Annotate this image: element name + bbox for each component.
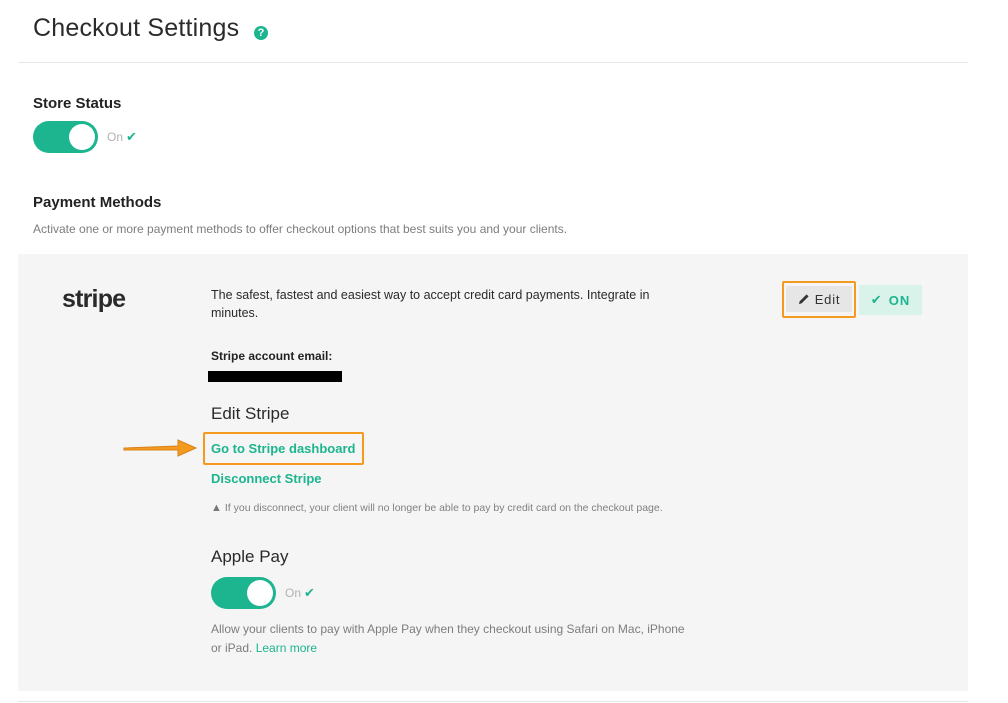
apple-pay-description: Allow your clients to pay with Apple Pay… [211,620,691,658]
stripe-logo: stripe [62,285,126,313]
payment-methods-heading: Payment Methods [33,194,162,211]
payment-methods-description: Activate one or more payment methods to … [33,222,568,236]
toggle-knob [69,124,95,150]
apple-pay-state: On ✔ [285,585,315,601]
disconnect-warning-text: If you disconnect, your client will no l… [224,502,663,514]
apple-pay-toggle[interactable] [211,577,276,609]
apple-pay-heading: Apple Pay [211,547,289,566]
edit-button-label: Edit [814,291,841,307]
store-status-toggle[interactable] [33,121,98,153]
store-status-state-label: On [107,130,124,144]
go-to-stripe-dashboard-link[interactable]: Go to Stripe dashboard [211,441,355,456]
page-title: Checkout Settings [33,14,240,42]
checkmark-icon: ✔ [126,129,137,144]
stripe-description: The safest, fastest and easiest way to a… [211,288,650,320]
edit-stripe-heading: Edit Stripe [211,404,290,423]
bottom-divider [18,701,968,702]
disconnect-warning: ▲ If you disconnect, your client will no … [211,502,663,514]
toggle-knob [247,580,273,606]
disconnect-stripe-link[interactable]: Disconnect Stripe [211,471,322,486]
edit-stripe-button[interactable]: Edit [786,286,852,312]
checkmark-icon: ✔ [870,292,883,307]
store-status-heading: Store Status [33,95,122,112]
pencil-icon [798,294,809,304]
checkmark-icon: ✔ [304,585,315,600]
warning-icon: ▲ [211,502,222,514]
apple-pay-state-label: On [285,586,302,600]
title-divider [18,62,968,63]
learn-more-link[interactable]: Learn more [256,641,317,655]
stripe-status-badge: ✔ ON [859,285,922,315]
arrow-annotation [123,439,198,457]
redacted-email [208,371,342,382]
stripe-email-label: Stripe account email: [211,349,333,363]
status-badge-label: ON [888,292,911,308]
help-icon[interactable]: ? [254,26,268,40]
store-status-state: On ✔ [107,129,137,145]
